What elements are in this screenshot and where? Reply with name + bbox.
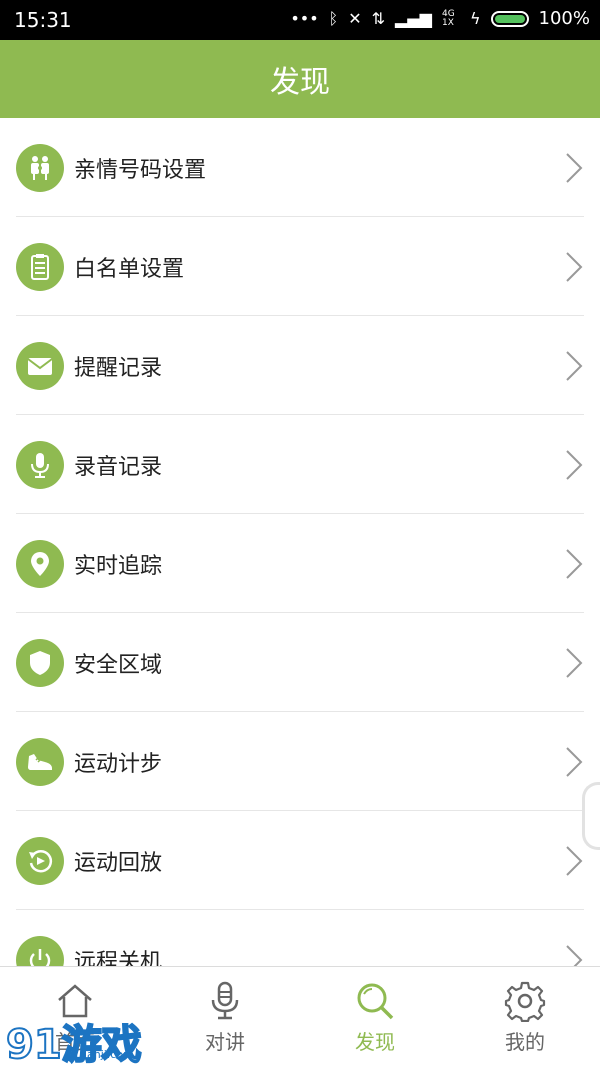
shield-icon: [16, 638, 64, 687]
charging-icon: ϟ: [469, 9, 481, 28]
clipboard-icon: [16, 242, 64, 291]
shoe-icon: [16, 737, 64, 786]
chevron-right-icon: [566, 152, 583, 183]
chevron-right-icon: [566, 251, 583, 282]
replay-icon: [16, 836, 64, 885]
chevron-right-icon: [566, 449, 583, 480]
network-type: 4G 1X: [441, 8, 455, 28]
location-pin-icon: [16, 539, 64, 588]
nav-tab-mine[interactable]: 我的: [450, 967, 600, 1067]
menu-item-label: 录音记录: [74, 454, 163, 480]
status-time: 15:31: [14, 8, 72, 32]
vibrate-off-icon: ✕: [348, 9, 362, 28]
chevron-right-icon: [566, 647, 583, 678]
menu-item-recording-records[interactable]: 录音记录: [0, 415, 600, 514]
menu-item-label: 提醒记录: [74, 355, 163, 381]
page-header: 发现: [0, 40, 600, 118]
watermark-text: 91游戏: [5, 1021, 143, 1069]
chevron-right-icon: [566, 944, 583, 966]
menu-item-label: 亲情号码设置: [74, 157, 207, 183]
menu-item-remote-shutdown[interactable]: 远程关机: [0, 910, 600, 966]
discover-menu-list: 亲情号码设置 白名单设置 提醒记录 录音记录 实时追踪 安全区域 运动计步 运动…: [0, 118, 600, 966]
watermark-domain: 91danji.com: [66, 1048, 134, 1061]
search-icon: [357, 983, 394, 1019]
nav-label: 发现: [355, 1029, 395, 1054]
menu-item-motion-replay[interactable]: 运动回放: [0, 811, 600, 910]
more-dots-icon: •••: [290, 9, 319, 28]
chevron-right-icon: [566, 746, 583, 777]
menu-item-label: 安全区域: [74, 652, 163, 678]
status-bar: 15:31 ••• ᛒ ✕ ⇅ ▂▄▆ 4G 1X ϟ 100%: [0, 0, 600, 40]
status-icons: ••• ᛒ ✕ ⇅ ▂▄▆ 4G 1X ϟ 100%: [290, 8, 590, 29]
menu-item-family-numbers[interactable]: 亲情号码设置: [0, 118, 600, 217]
menu-item-label: 远程关机: [74, 949, 163, 967]
menu-item-step-counter[interactable]: 运动计步: [0, 712, 600, 811]
envelope-icon: [16, 341, 64, 390]
microphone-icon: [16, 440, 64, 489]
chevron-right-icon: [566, 548, 583, 579]
chevron-right-icon: [566, 350, 583, 381]
signal-icon: ▂▄▆: [395, 9, 432, 28]
nav-label: 我的: [505, 1029, 545, 1054]
menu-item-label: 运动回放: [74, 850, 163, 876]
menu-item-label: 实时追踪: [74, 553, 163, 579]
menu-item-realtime-tracking[interactable]: 实时追踪: [0, 514, 600, 613]
menu-item-label: 运动计步: [74, 751, 163, 777]
menu-item-whitelist[interactable]: 白名单设置: [0, 217, 600, 316]
data-arrows-icon: ⇅: [371, 9, 386, 28]
bluetooth-icon: ᛒ: [328, 9, 339, 28]
menu-item-reminder-records[interactable]: 提醒记录: [0, 316, 600, 415]
page-title: 发现: [270, 65, 330, 100]
menu-item-label: 白名单设置: [74, 256, 185, 282]
family-icon: [16, 143, 64, 192]
power-icon: [16, 935, 64, 966]
battery-percent: 100%: [538, 8, 590, 29]
scroll-handle[interactable]: [582, 782, 600, 850]
watermark-logo: 91游戏 91danji.com: [0, 1008, 220, 1069]
menu-item-safe-zone[interactable]: 安全区域: [0, 613, 600, 712]
gear-icon: [504, 981, 546, 1022]
battery-icon: [490, 10, 529, 27]
chevron-right-icon: [566, 845, 583, 876]
nav-tab-discover[interactable]: 发现: [300, 967, 450, 1067]
